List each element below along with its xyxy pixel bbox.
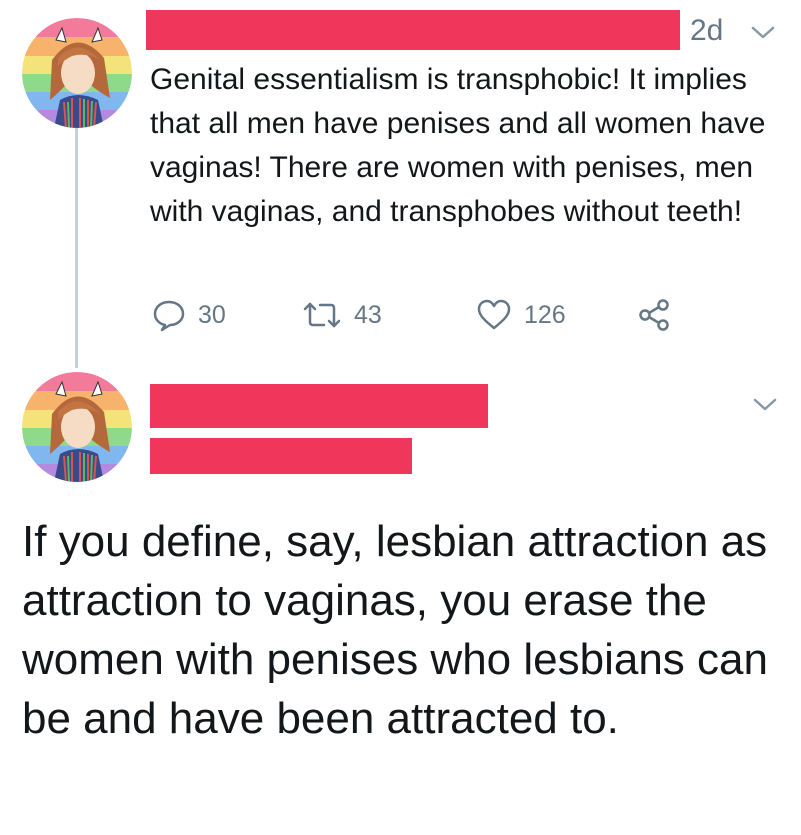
redacted-username xyxy=(150,438,412,474)
avatar[interactable] xyxy=(22,18,132,128)
share-button[interactable] xyxy=(638,295,670,335)
thread-connector-line xyxy=(75,128,78,368)
tweet-text: If you define, say, lesbian attraction a… xyxy=(22,517,768,743)
heart-icon xyxy=(477,299,511,330)
reply-icon xyxy=(153,300,185,332)
avatar-image xyxy=(22,372,132,482)
like-count: 126 xyxy=(524,300,566,329)
reply-button[interactable]: 30 xyxy=(152,295,226,335)
redacted-display-name xyxy=(150,384,488,428)
avatar-image xyxy=(22,18,132,128)
share-icon xyxy=(639,299,669,331)
tweet-timestamp[interactable]: 2d xyxy=(690,14,723,48)
reply-count: 30 xyxy=(198,300,226,329)
retweet-count: 43 xyxy=(354,300,382,329)
retweet-button[interactable]: 43 xyxy=(302,295,382,335)
avatar[interactable] xyxy=(22,372,132,482)
redacted-display-name xyxy=(146,10,680,50)
chevron-down-icon[interactable] xyxy=(752,396,778,414)
chevron-down-icon[interactable] xyxy=(750,24,776,42)
retweet-icon xyxy=(303,302,341,328)
like-button[interactable]: 126 xyxy=(476,295,566,335)
tweet-text: Genital essentialism is transphobic! It … xyxy=(150,63,766,228)
